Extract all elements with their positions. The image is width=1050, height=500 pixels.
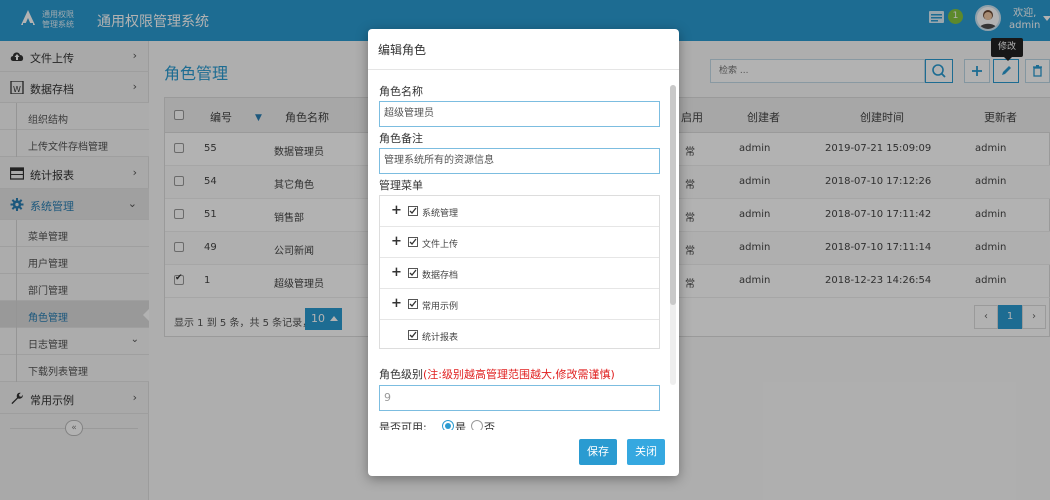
tree-node-data-archive[interactable]: + 数据存档 bbox=[380, 258, 659, 289]
checkbox-checked-icon[interactable] bbox=[408, 237, 418, 247]
role-name-input[interactable]: 超级管理员 bbox=[379, 101, 660, 127]
role-level-label: 角色级别(注:级别越高管理范围越大,修改需谨慎) bbox=[379, 368, 615, 381]
dialog-scrollbar-thumb[interactable] bbox=[670, 85, 676, 305]
checkbox-checked-icon[interactable] bbox=[408, 299, 418, 309]
enabled-label: 是否可用: bbox=[379, 421, 427, 430]
expand-plus-icon[interactable]: + bbox=[391, 234, 402, 249]
enabled-yes-radio[interactable] bbox=[442, 420, 454, 430]
close-button[interactable]: 关闭 bbox=[627, 439, 665, 465]
role-remark-input[interactable]: 管理系统所有的资源信息 bbox=[379, 148, 660, 174]
tree-node-file-upload[interactable]: + 文件上传 bbox=[380, 227, 659, 258]
menu-tree-label: 管理菜单 bbox=[379, 179, 423, 192]
role-remark-label: 角色备注 bbox=[379, 132, 423, 145]
dialog-title: 编辑角色 bbox=[378, 43, 427, 57]
enabled-no-label: 否 bbox=[484, 421, 495, 430]
enabled-no-radio[interactable] bbox=[471, 420, 483, 430]
role-level-warning: (注:级别越高管理范围越大,修改需谨慎) bbox=[423, 368, 615, 381]
role-level-input[interactable]: 9 bbox=[379, 385, 660, 411]
enabled-yes-label: 是 bbox=[455, 421, 466, 430]
edit-role-dialog: 编辑角色 角色名称 超级管理员 角色备注 管理系统所有的资源信息 管理菜单 + … bbox=[368, 29, 679, 476]
tree-node-system[interactable]: + 系统管理 bbox=[380, 196, 659, 227]
tree-node-reports[interactable]: 统计报表 bbox=[380, 320, 659, 351]
role-name-label: 角色名称 bbox=[379, 85, 423, 98]
menu-tree: + 系统管理 + 文件上传 + 数据存档 + 常用示例 统计报表 bbox=[379, 195, 660, 349]
checkbox-checked-icon[interactable] bbox=[408, 268, 418, 278]
checkbox-checked-icon[interactable] bbox=[408, 330, 418, 340]
expand-plus-icon[interactable]: + bbox=[391, 265, 402, 280]
save-button[interactable]: 保存 bbox=[579, 439, 617, 465]
expand-plus-icon[interactable]: + bbox=[391, 203, 402, 218]
checkbox-checked-icon[interactable] bbox=[408, 206, 418, 216]
tree-node-examples[interactable]: + 常用示例 bbox=[380, 289, 659, 320]
dialog-body: 角色名称 超级管理员 角色备注 管理系统所有的资源信息 管理菜单 + 系统管理 … bbox=[368, 70, 679, 430]
expand-plus-icon[interactable]: + bbox=[391, 296, 402, 311]
